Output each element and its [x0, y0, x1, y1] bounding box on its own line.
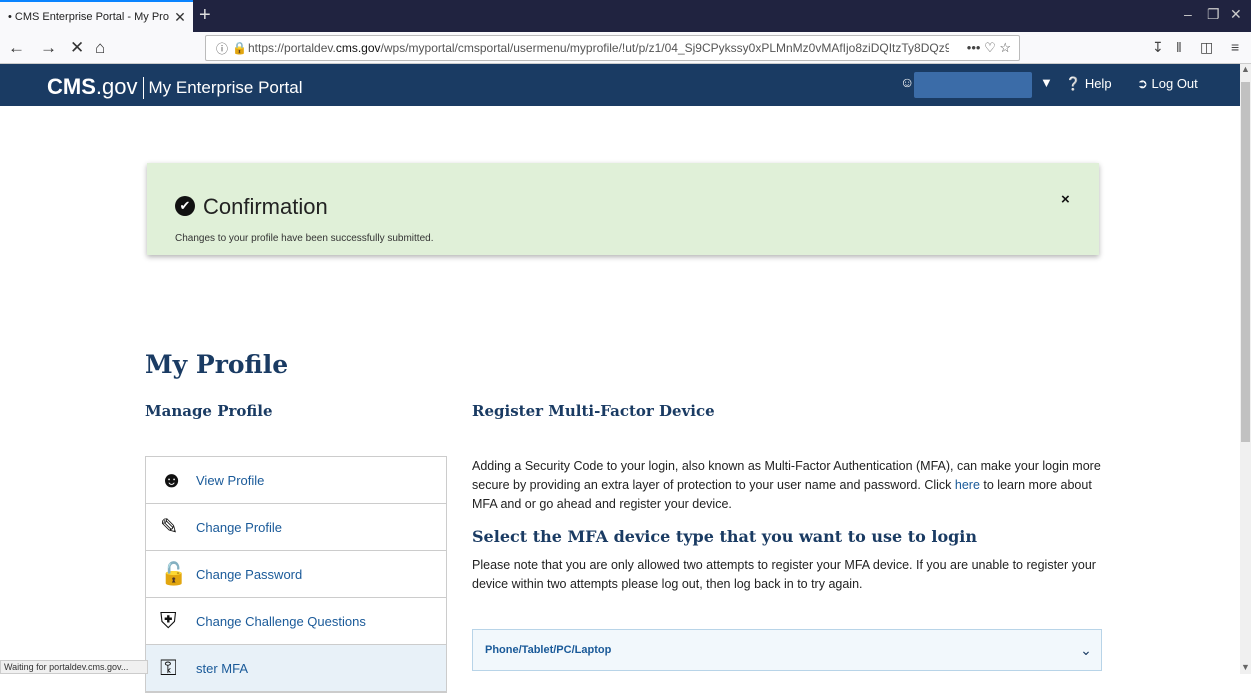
page-title: My Profile — [145, 350, 289, 379]
username-redacted — [914, 72, 1032, 98]
new-tab-button[interactable]: + — [199, 4, 211, 27]
sidebar-item-challenge-questions[interactable]: ⛨ Change Challenge Questions — [146, 598, 446, 645]
lock-icon: 🔓 — [160, 561, 188, 586]
menu-icon[interactable]: ≡ — [1231, 39, 1239, 55]
scroll-up-icon[interactable]: ▲ — [1241, 64, 1250, 74]
restore-icon[interactable]: ❐ — [1207, 6, 1220, 23]
shield-icon: ⛨ — [160, 608, 177, 633]
logout-button[interactable]: ➲ Log Out — [1137, 76, 1198, 92]
home-icon[interactable]: ⌂ — [95, 38, 105, 58]
learn-more-link[interactable]: here — [955, 478, 980, 492]
browser-tab-bar: • CMS Enterprise Portal - My Pro ✕ + – ❐… — [0, 0, 1251, 32]
sidebar-item-change-password[interactable]: 🔓 Change Password — [146, 551, 446, 598]
mfa-header: Register Multi-Factor Device — [472, 402, 715, 420]
scroll-down-icon[interactable]: ▼ — [1241, 662, 1250, 672]
cms-logo[interactable]: CMS.gov My Enterprise Portal — [47, 74, 302, 100]
mfa-intro: Adding a Security Code to your login, al… — [472, 459, 1101, 511]
confirmation-title: Confirmation — [203, 194, 328, 219]
scrollbar-thumb[interactable] — [1241, 82, 1250, 442]
user-icon: ☻ — [160, 467, 184, 492]
back-icon[interactable]: ← — [8, 38, 25, 58]
tab-title: • CMS Enterprise Portal - My Pro — [8, 11, 169, 23]
accordion-label: Phone/Tablet/PC/Laptop — [485, 644, 612, 656]
key-icon: ⚿ — [160, 655, 177, 680]
url-text: https://portaldev.cms.gov/wps/myportal/c… — [248, 41, 949, 55]
check-circle-icon: ✔ — [175, 196, 195, 216]
library-icon[interactable]: ‖ — [1176, 39, 1182, 55]
stop-icon[interactable]: ✕ — [70, 38, 84, 58]
browser-tab[interactable]: • CMS Enterprise Portal - My Pro ✕ — [0, 0, 193, 32]
downloads-icon[interactable]: ↧ — [1152, 39, 1164, 56]
url-bar[interactable]: ⓘ 🔒 https://portaldev.cms.gov/wps/myport… — [205, 35, 1020, 61]
help-button[interactable]: ❔ Help — [1065, 76, 1112, 92]
browser-nav-bar: ← → ✕ ⌂ ⓘ 🔒 https://portaldev.cms.gov/wp… — [0, 32, 1251, 64]
attempts-note: Please note that you are only allowed tw… — [472, 558, 1096, 591]
close-icon[interactable]: × — [1061, 191, 1070, 208]
page-actions[interactable]: ••• ♡ ☆ — [949, 40, 1019, 56]
lock-icon: 🔒 — [232, 41, 247, 55]
chevron-down-icon[interactable]: ▼ — [1040, 75, 1053, 90]
minimize-icon[interactable]: – — [1184, 6, 1192, 22]
forward-icon[interactable]: → — [40, 38, 57, 58]
side-header: Manage Profile — [145, 402, 273, 420]
chevron-down-icon[interactable]: ⌄ — [1071, 642, 1101, 659]
edit-icon: ✎ — [160, 514, 179, 539]
confirmation-message: Changes to your profile have been succes… — [175, 233, 434, 244]
profile-menu: ☻ View Profile ✎ Change Profile 🔓 Change… — [145, 456, 447, 693]
info-icon[interactable]: ⓘ — [216, 40, 232, 57]
sidebar-item-register-mfa[interactable]: ⚿ ster MFA — [146, 645, 446, 692]
sidebar-item-view-profile[interactable]: ☻ View Profile — [146, 457, 446, 504]
device-accordion[interactable]: Phone/Tablet/PC/Laptop ⌄ — [472, 629, 1102, 671]
sidebar-icon[interactable]: ◫ — [1200, 39, 1213, 56]
tab-close-icon[interactable]: ✕ — [173, 9, 187, 26]
site-header: CMS.govMy Enterprise Portal ☺ I ▼ ❔ Help… — [0, 64, 1240, 106]
status-bar: Waiting for portaldev.cms.gov... — [0, 660, 148, 674]
sidebar-item-change-profile[interactable]: ✎ Change Profile — [146, 504, 446, 551]
window-close-icon[interactable]: ✕ — [1230, 6, 1242, 23]
confirmation-alert: ✔ Confirmation Changes to your profile h… — [147, 163, 1099, 255]
device-type-header: Select the MFA device type that you want… — [472, 527, 978, 546]
